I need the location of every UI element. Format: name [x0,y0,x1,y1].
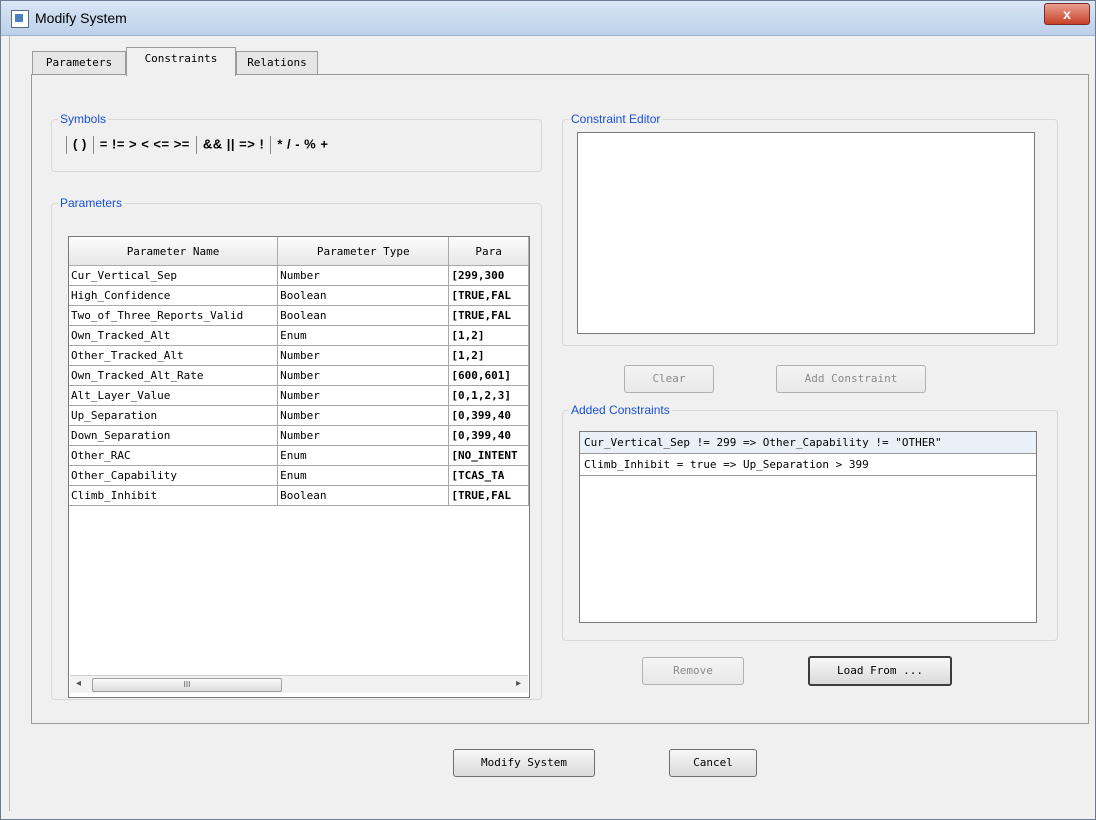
added-constraints-list[interactable]: Cur_Vertical_Sep != 299 => Other_Capabil… [579,431,1037,623]
symbol-group-parentheses[interactable]: ( ) [73,136,87,151]
parameter-values-cell[interactable]: [600,601] [448,365,529,386]
parameter-values-cell[interactable]: [TRUE,FAL [448,285,529,306]
parameter-name-cell[interactable]: High_Confidence [69,285,279,306]
separator [66,136,67,154]
parameter-type-cell[interactable]: Number [277,365,450,386]
added-constraints-group: Added Constraints Cur_Vertical_Sep != 29… [562,403,1058,641]
parameter-values-cell[interactable]: [TRUE,FAL [448,485,529,506]
list-item[interactable]: Climb_Inhibit = true => Up_Separation > … [580,454,1036,476]
list-item[interactable]: Cur_Vertical_Sep != 299 => Other_Capabil… [580,432,1036,454]
table-row[interactable]: High_Confidence Boolean [TRUE,FAL [69,285,529,306]
close-button[interactable]: x [1044,3,1090,25]
parameter-values-cell[interactable]: [0,399,40 [448,405,529,426]
parameter-name-cell[interactable]: Cur_Vertical_Sep [69,265,279,286]
cancel-button[interactable]: Cancel [669,749,757,777]
parameter-type-cell[interactable]: Number [277,405,450,426]
parameters-table-scrollpane[interactable]: Parameter Name Parameter Type Para Cur_V… [68,236,530,698]
constraints-tab-panel: Symbols ( ) = != > < <= >= && || => ! * / -… [31,74,1089,724]
java-app-icon [11,10,29,28]
table-row[interactable]: Alt_Layer_Value Number [0,1,2,3] [69,385,529,406]
parameter-values-cell[interactable]: [TRUE,FAL [448,305,529,326]
scrollbar-thumb[interactable]: III [92,678,282,692]
parameter-values-cell[interactable]: [TCAS_TA [448,465,529,486]
constraint-editor-legend: Constraint Editor [571,112,661,126]
table-row[interactable]: Up_Separation Number [0,399,40 [69,405,529,426]
parameter-type-cell[interactable]: Number [277,385,450,406]
parameters-legend: Parameters [60,196,123,210]
table-row[interactable]: Down_Separation Number [0,399,40 [69,425,529,446]
table-row[interactable]: Own_Tracked_Alt_Rate Number [600,601] [69,365,529,386]
symbols-legend: Symbols [60,112,107,126]
parameter-type-cell[interactable]: Number [277,345,450,366]
tab-constraints[interactable]: Constraints [126,47,236,76]
tab-parameters[interactable]: Parameters [32,51,126,75]
parameter-values-cell[interactable]: [299,300 [448,265,529,286]
parameter-type-cell[interactable]: Number [277,425,450,446]
parameter-type-cell[interactable]: Number [277,265,450,286]
parameter-type-cell[interactable]: Enum [277,465,450,486]
modify-system-window: Modify System x Parameters Constraints R… [0,0,1096,820]
parameter-name-cell[interactable]: Other_RAC [69,445,279,466]
parameter-values-cell[interactable]: [0,399,40 [448,425,529,446]
separator [195,136,197,154]
parameters-table: Parameter Name Parameter Type Para Cur_V… [69,237,529,506]
table-row[interactable]: Other_Tracked_Alt Number [1,2] [69,345,529,366]
parameter-name-cell[interactable]: Up_Separation [69,405,279,426]
added-constraints-legend: Added Constraints [571,403,670,417]
symbol-group-comparison[interactable]: = != > < <= >= [100,136,190,151]
scroll-left-icon[interactable]: ◂ [76,678,81,689]
tab-relations[interactable]: Relations [236,51,318,75]
column-header-parameter-values[interactable]: Para [448,237,529,266]
parameter-values-cell[interactable]: [1,2] [448,345,529,366]
table-row[interactable]: Two_of_Three_Reports_Valid Boolean [TRUE,F… [69,305,529,326]
add-constraint-button[interactable]: Add Constraint [776,365,926,393]
constraint-editor-group: Constraint Editor [562,112,1058,346]
parameter-values-cell[interactable]: [NO_INTENT [448,445,529,466]
parameter-name-cell[interactable]: Own_Tracked_Alt_Rate [69,365,279,386]
window-title: Modify System [35,10,127,26]
table-row[interactable]: Other_RAC Enum [NO_INTENT [69,445,529,466]
parameter-type-cell[interactable]: Boolean [277,305,450,326]
symbols-group: Symbols ( ) = != > < <= >= && || => ! * / -… [51,112,542,172]
parameter-type-cell[interactable]: Boolean [277,485,450,506]
remove-button[interactable]: Remove [642,657,744,685]
horizontal-scrollbar[interactable]: ◂ III ▸ [70,675,528,693]
table-row[interactable]: Climb_Inhibit Boolean [TRUE,FAL [69,485,529,506]
parameter-type-cell[interactable]: Enum [277,325,450,346]
parameters-group: Parameters Parameter Name Parameter Type… [51,196,542,700]
scroll-right-icon[interactable]: ▸ [516,678,521,689]
symbols-toolbar: ( ) = != > < <= >= && || => ! * / - % + [60,136,328,154]
parameter-type-cell[interactable]: Enum [277,445,450,466]
parameter-name-cell[interactable]: Alt_Layer_Value [69,385,279,406]
separator [270,136,272,154]
table-row[interactable]: Other_Capability Enum [TCAS_TA [69,465,529,486]
parameter-name-cell[interactable]: Other_Tracked_Alt [69,345,279,366]
parameter-values-cell[interactable]: [1,2] [448,325,529,346]
parameter-values-cell[interactable]: [0,1,2,3] [448,385,529,406]
column-header-parameter-name[interactable]: Parameter Name [69,237,279,266]
separator [92,136,94,154]
constraint-editor-input[interactable] [577,132,1035,334]
table-row[interactable]: Own_Tracked_Alt Enum [1,2] [69,325,529,346]
parameter-name-cell[interactable]: Own_Tracked_Alt [69,325,279,346]
parameter-name-cell[interactable]: Down_Separation [69,425,279,446]
load-from-button[interactable]: Load From ... [808,656,952,686]
parameter-name-cell[interactable]: Climb_Inhibit [69,485,279,506]
parameter-type-cell[interactable]: Boolean [277,285,450,306]
symbol-group-arithmetic[interactable]: * / - % + [277,136,328,151]
parameter-name-cell[interactable]: Other_Capability [69,465,279,486]
clear-button[interactable]: Clear [624,365,714,393]
table-row[interactable]: Cur_Vertical_Sep Number [299,300 [69,265,529,286]
symbol-group-logical[interactable]: && || => ! [203,136,264,151]
column-header-parameter-type[interactable]: Parameter Type [277,237,450,266]
modify-system-button[interactable]: Modify System [453,749,595,777]
title-bar[interactable]: Modify System x [1,1,1095,36]
parameter-name-cell[interactable]: Two_of_Three_Reports_Valid [69,305,279,326]
